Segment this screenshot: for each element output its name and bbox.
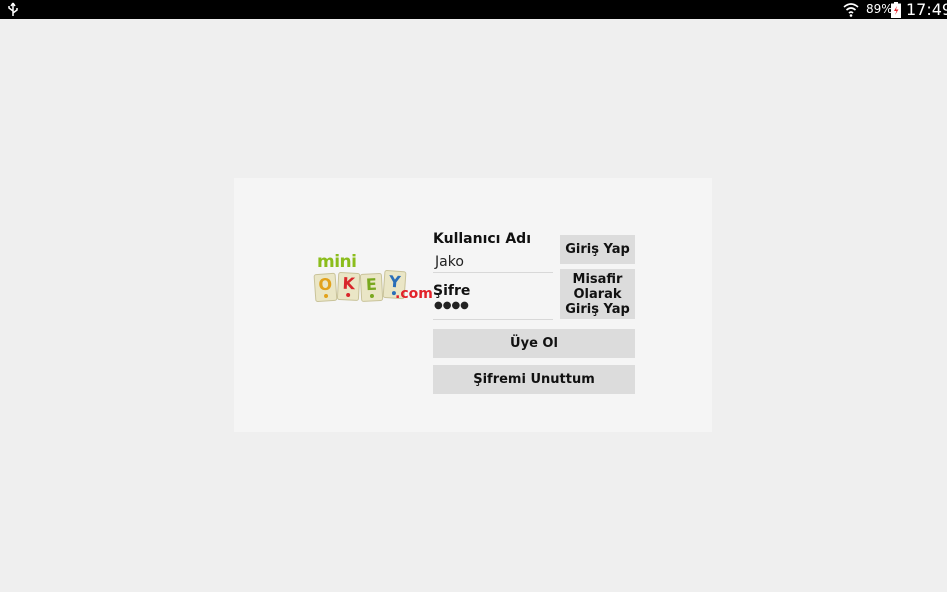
password-underline	[433, 319, 553, 320]
login-dialog: mini O K E Y .com Kullanıcı Adı Jako Şif…	[234, 178, 712, 432]
wifi-icon	[843, 3, 859, 17]
username-underline	[433, 272, 553, 273]
username-field[interactable]: Jako	[435, 254, 464, 270]
usb-icon	[8, 2, 18, 16]
clock: 17:49	[906, 0, 947, 19]
logo-tile-o: O	[318, 275, 333, 295]
password-field[interactable]: ●●●●	[434, 300, 469, 311]
register-button[interactable]: Üye Ol	[433, 329, 635, 358]
logo-tile-e: E	[365, 275, 377, 295]
guest-login-button[interactable]: Misafir Olarak Giriş Yap	[560, 269, 635, 319]
login-button[interactable]: Giriş Yap	[560, 235, 635, 264]
battery-percent: 89%	[866, 2, 893, 16]
logo-tile-k: K	[342, 274, 356, 294]
username-label: Kullanıcı Adı	[433, 231, 532, 247]
status-bar: 89% 17:49	[0, 0, 947, 19]
forgot-password-button[interactable]: Şifremi Unuttum	[433, 365, 635, 394]
logo-mini-text: mini	[317, 252, 357, 272]
password-label: Şifre	[433, 283, 471, 299]
logo-com-text: .com	[395, 286, 433, 302]
battery-icon	[891, 2, 901, 18]
minokey-logo: mini O K E Y .com	[312, 248, 433, 306]
